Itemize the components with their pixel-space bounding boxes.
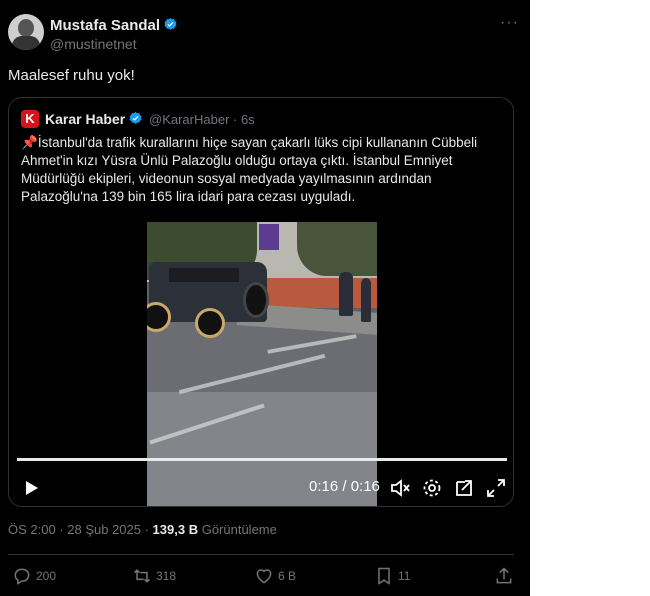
reply-button[interactable]: 200: [12, 566, 56, 586]
tweet-card: Mustafa Sandal @mustinetnet ··· Maalesef…: [0, 0, 530, 596]
quote-text: 📌İstanbul'da trafik kurallarını hiçe say…: [21, 134, 507, 206]
video-progress-fill: [17, 458, 507, 461]
quote-author-name-text[interactable]: Karar Haber: [45, 111, 125, 127]
video-progress-bar[interactable]: [17, 458, 507, 461]
video-player[interactable]: 0:16 / 0:16: [9, 222, 513, 506]
heart-icon: [256, 569, 272, 584]
like-count: 6 B: [278, 569, 297, 583]
share-button[interactable]: [494, 566, 518, 586]
repost-button[interactable]: 318: [132, 566, 176, 586]
more-options-icon[interactable]: ···: [500, 14, 519, 32]
play-icon[interactable]: [21, 478, 41, 498]
tweet-meta: ÖS 2:00 · 28 Şub 2025 · 139,3 B Görüntül…: [8, 522, 277, 537]
bookmark-button[interactable]: 11: [374, 566, 410, 586]
bookmark-icon: [378, 567, 390, 585]
mute-icon[interactable]: [389, 477, 411, 499]
quote-text-body: İstanbul'da trafik kurallarını hiçe saya…: [21, 135, 478, 204]
karar-logo-icon: K: [21, 110, 39, 128]
view-count: 139,3 B: [152, 522, 199, 537]
share-icon: [496, 567, 512, 584]
avatar[interactable]: [8, 14, 44, 50]
reply-count: 200: [36, 569, 57, 583]
picture-in-picture-icon[interactable]: [453, 477, 475, 499]
pushpin-icon: 📌: [21, 135, 38, 150]
settings-gear-icon[interactable]: [421, 477, 443, 499]
divider: [8, 554, 514, 555]
timestamp[interactable]: ÖS 2:00 · 28 Şub 2025 ·: [8, 522, 153, 537]
views-label: Görüntüleme: [198, 522, 277, 537]
author-name[interactable]: Mustafa Sandal: [50, 17, 178, 34]
quote-handle-time: @KararHaber · 6s: [149, 112, 255, 127]
reply-icon: [14, 568, 30, 585]
quote-author-name[interactable]: Karar Haber: [45, 111, 143, 127]
author-handle[interactable]: @mustinetnet: [50, 36, 137, 52]
fullscreen-icon[interactable]: [485, 477, 507, 499]
video-time: 0:16 / 0:16: [309, 478, 380, 495]
verified-badge-icon: [129, 111, 142, 124]
like-button[interactable]: 6 B: [254, 566, 296, 586]
tweet-text: Maalesef ruhu yok!: [8, 67, 135, 84]
action-bar: 200 318 6 B 11: [0, 562, 530, 590]
repost-icon: [133, 569, 151, 583]
bookmark-count: 11: [398, 569, 411, 583]
author-name-text[interactable]: Mustafa Sandal: [50, 17, 160, 34]
quoted-tweet[interactable]: K Karar Haber @KararHaber · 6s 📌İstanbul…: [8, 97, 514, 507]
video-frame[interactable]: [147, 222, 377, 506]
repost-count: 318: [156, 569, 177, 583]
verified-badge-icon: [164, 17, 177, 30]
